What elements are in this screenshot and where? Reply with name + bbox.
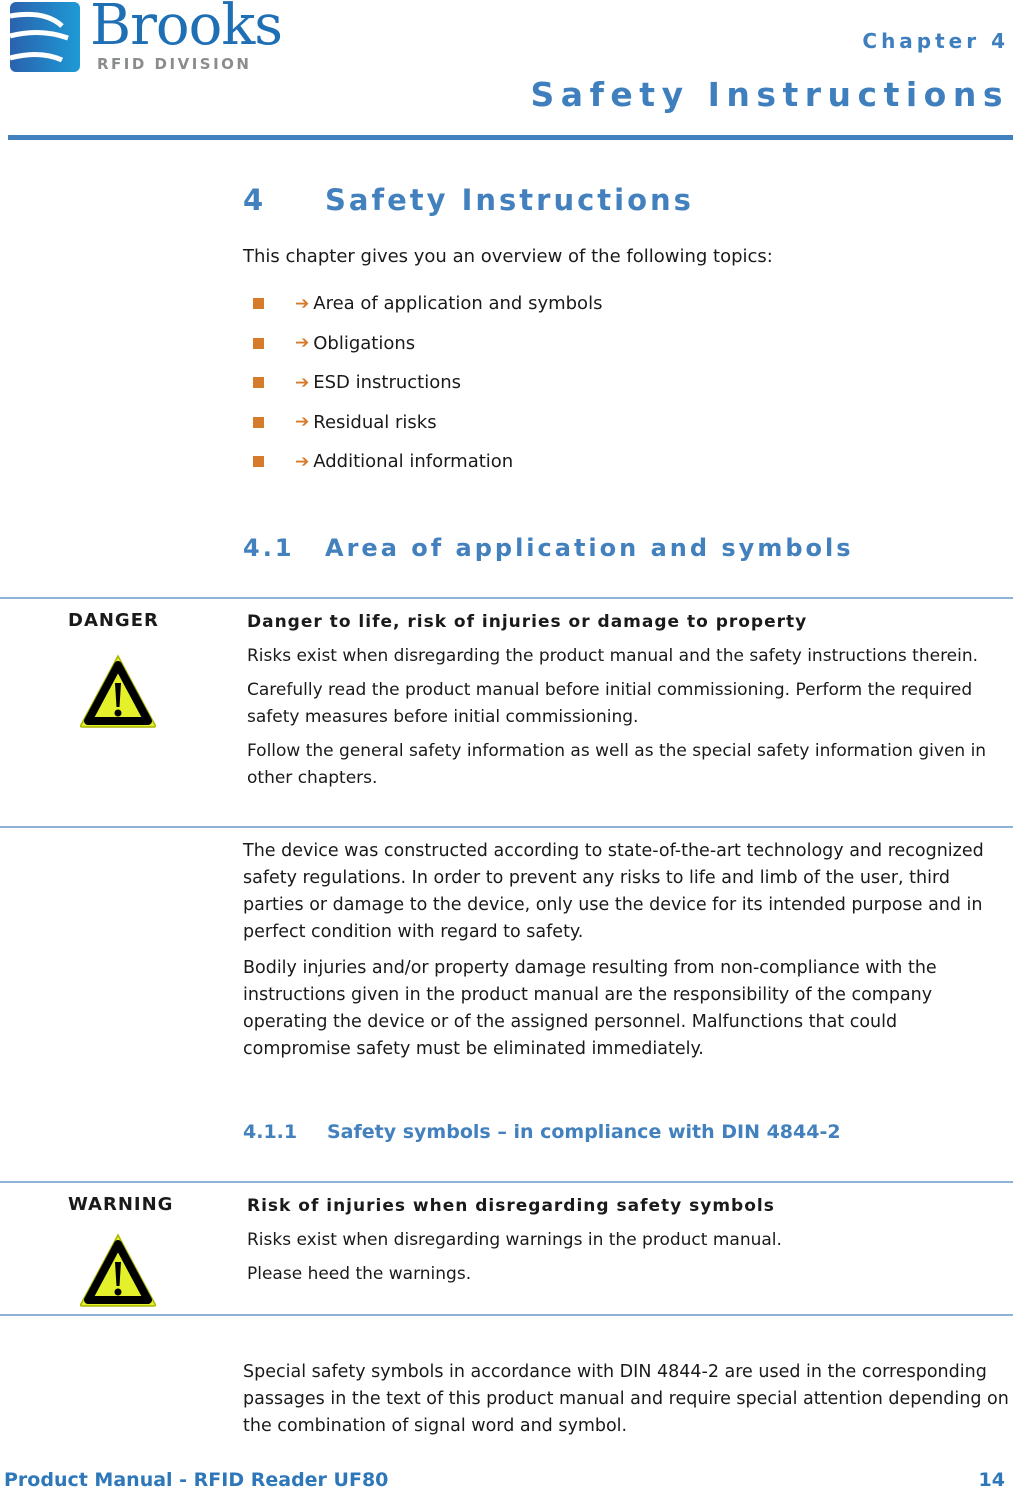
subsection-body: The device was constructed according to … — [243, 838, 1009, 1072]
subsection-heading: 4.1 Area of application and symbols — [243, 534, 854, 562]
warning-signal-word: WARNING — [68, 1194, 174, 1215]
topic-link-residual-risks[interactable]: ➔ Residual risks — [253, 403, 602, 443]
bullet-square-icon — [253, 337, 264, 349]
topic-list: ➔ Area of application and symbols ➔ Obli… — [253, 284, 602, 482]
danger-notice-paragraph: Risks exist when disregarding the produc… — [247, 646, 979, 666]
brooks-logo: Brooks RFID DIVISION — [6, 0, 306, 80]
bullet-square-icon — [253, 377, 264, 389]
warning-triangle-icon — [79, 654, 157, 728]
topic-link-additional-information[interactable]: ➔ Additional information — [253, 442, 602, 482]
warning-notice-title: Risk of injuries when disregarding safet… — [247, 1196, 775, 1216]
footer-page-number: 14 — [978, 1469, 1005, 1491]
brooks-logo-mark-icon — [10, 2, 80, 72]
bullet-square-icon — [253, 298, 264, 310]
topic-label: ESD instructions — [313, 372, 462, 394]
bullet-square-icon — [253, 456, 264, 468]
section-heading: 4 Safety Instructions — [243, 183, 694, 217]
topic-link-esd-instructions[interactable]: ➔ ESD instructions — [253, 363, 602, 403]
footer-document-title: Product Manual - RFID Reader UF80 — [4, 1469, 389, 1491]
arrow-right-icon: ➔ — [295, 333, 310, 354]
arrow-right-icon: ➔ — [295, 451, 310, 472]
topic-link-area-of-application[interactable]: ➔ Area of application and symbols — [253, 284, 602, 324]
topic-label: Residual risks — [313, 411, 437, 433]
warning-notice: WARNING Risk of injuries when disregardi… — [0, 1181, 1013, 1316]
chapter-title: Safety Instructions — [530, 75, 1009, 114]
warning-triangle-icon — [79, 1233, 157, 1307]
danger-notice-paragraph: Follow the general safety information as… — [247, 741, 987, 788]
danger-signal-word: DANGER — [68, 610, 159, 631]
arrow-right-icon: ➔ — [295, 372, 310, 393]
arrow-right-icon: ➔ — [295, 293, 310, 314]
danger-notice: DANGER Danger to life, risk of injuries … — [0, 597, 1013, 828]
logo-brand-text: Brooks — [90, 0, 283, 58]
subsubsection-body: Special safety symbols in accordance wit… — [243, 1359, 1009, 1449]
header-rule — [8, 135, 1013, 140]
topic-label: Additional information — [313, 451, 514, 473]
bullet-square-icon — [253, 416, 264, 428]
topic-label: Area of application and symbols — [313, 293, 603, 315]
section-number: 4 — [243, 183, 267, 217]
subsubsection-number: 4.1.1 — [243, 1121, 298, 1143]
warning-notice-paragraph: Please heed the warnings. — [247, 1264, 472, 1284]
topic-label: Obligations — [313, 332, 416, 354]
section-title: Safety Instructions — [325, 183, 694, 217]
topic-link-obligations[interactable]: ➔ Obligations — [253, 324, 602, 364]
body-paragraph: The device was constructed according to … — [243, 841, 984, 942]
arrow-right-icon: ➔ — [295, 412, 310, 433]
subsection-title: Area of application and symbols — [325, 534, 854, 562]
subsubsection-title: Safety symbols – in compliance with DIN … — [327, 1121, 841, 1143]
body-paragraph: Special safety symbols in accordance wit… — [243, 1362, 1009, 1436]
subsection-number: 4.1 — [243, 534, 295, 562]
section-intro: This chapter gives you an overview of th… — [243, 246, 773, 267]
subsubsection-heading: 4.1.1 Safety symbols – in compliance with… — [243, 1121, 841, 1143]
logo-division-text: RFID DIVISION — [97, 55, 252, 73]
danger-notice-title: Danger to life, risk of injuries or dama… — [247, 612, 808, 632]
danger-notice-body: Danger to life, risk of injuries or dama… — [247, 609, 993, 799]
danger-notice-paragraph: Carefully read the product manual before… — [247, 680, 973, 727]
warning-notice-body: Risk of injuries when disregarding safet… — [247, 1193, 993, 1295]
body-paragraph: Bodily injuries and/or property damage r… — [243, 958, 937, 1059]
warning-notice-paragraph: Risks exist when disregarding warnings i… — [247, 1230, 782, 1250]
chapter-label: Chapter 4 — [862, 29, 1009, 53]
